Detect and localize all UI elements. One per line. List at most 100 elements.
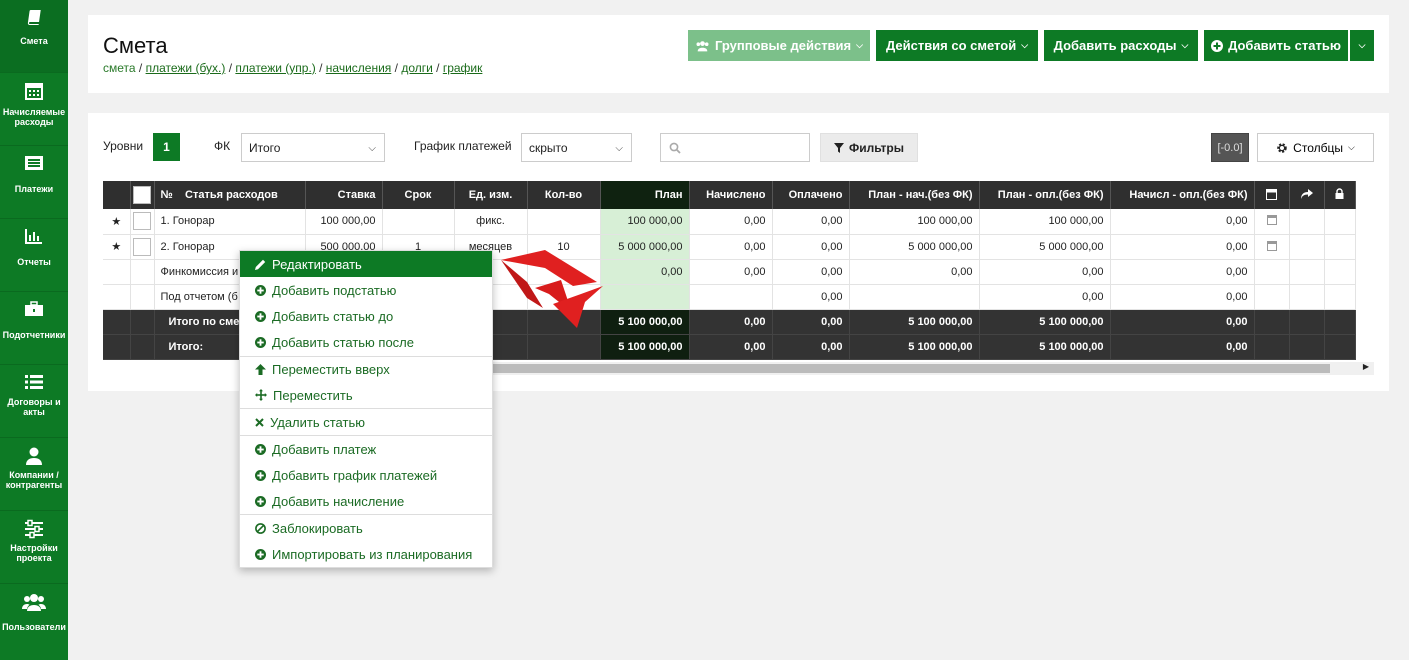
header-paid[interactable]: Оплачено <box>772 181 850 209</box>
filters-button[interactable]: Фильтры <box>820 133 918 162</box>
cell-paid: 0,00 <box>772 309 850 335</box>
add-item-dropdown-toggle[interactable]: ⌵ <box>1350 30 1374 61</box>
header-unit[interactable]: Ед. изм. <box>454 181 528 209</box>
cell-plan: 100 000,00 <box>600 209 690 235</box>
search-icon <box>669 142 681 154</box>
breadcrumb-link-schedule[interactable]: график <box>443 61 483 75</box>
row-checkbox[interactable] <box>130 234 155 260</box>
header-calendar-column[interactable] <box>1254 181 1290 209</box>
menu-item-move[interactable]: Переместить <box>240 382 492 408</box>
menu-item-add-item-after[interactable]: Добавить статью после <box>240 329 492 355</box>
header-qty[interactable]: Кол-во <box>527 181 601 209</box>
row-checkbox[interactable] <box>130 209 155 235</box>
header-plan[interactable]: План <box>600 181 690 209</box>
sidebar-item-companies[interactable]: Компании / контрагенты <box>0 438 68 511</box>
plus-circle-icon <box>255 310 266 322</box>
breadcrumb-link-accruals[interactable]: начисления <box>326 61 392 75</box>
header-plan-accrued[interactable]: План - нач.(без ФК) <box>849 181 980 209</box>
menu-item-add-item-before[interactable]: Добавить статью до <box>240 303 492 329</box>
search-input[interactable] <box>660 133 810 162</box>
button-label: Добавить расходы <box>1053 38 1177 53</box>
schedule-select[interactable]: скрыто ⌵ <box>521 133 632 162</box>
pencil-icon <box>255 259 266 270</box>
button-label: Фильтры <box>848 140 905 155</box>
plus-circle-icon <box>255 469 266 481</box>
menu-item-add-payment-schedule[interactable]: Добавить график платежей <box>240 462 492 488</box>
add-expenses-button[interactable]: Добавить расходы ⌵ <box>1044 30 1198 61</box>
menu-item-add-payment[interactable]: Добавить платеж <box>240 436 492 462</box>
breadcrumb-link-debts[interactable]: долги <box>401 61 433 75</box>
cell-plan-accrued: 100 000,00 <box>849 209 980 235</box>
plus-circle-icon <box>255 495 266 507</box>
sidebar-item-project-settings[interactable]: Настройки проекта <box>0 511 68 584</box>
sidebar-item-label: Компании / контрагенты <box>5 470 63 490</box>
sidebar-item-reports[interactable]: Отчеты <box>0 219 68 292</box>
list-icon <box>25 375 43 389</box>
menu-item-delete[interactable]: Удалить статью <box>240 409 492 435</box>
header-term[interactable]: Срок <box>382 181 455 209</box>
sidebar-item-estimate[interactable]: Смета <box>0 0 68 73</box>
table-row[interactable]: ★ 1. Гонорар 100 000,00 фикс. 100 000,00… <box>103 209 1356 235</box>
fk-select-value: Итого <box>249 140 281 155</box>
cell-paid: 0,00 <box>772 234 850 260</box>
cell-paid: 0,00 <box>772 259 850 285</box>
favorite-star-icon[interactable]: ★ <box>103 234 131 260</box>
scroll-right-arrow-icon[interactable]: ▶ <box>1363 362 1369 371</box>
move-icon <box>255 389 267 401</box>
menu-item-lock[interactable]: Заблокировать <box>240 515 492 541</box>
value-badge[interactable]: [-0.0] <box>1211 133 1249 162</box>
menu-item-import-from-planning[interactable]: Импортировать из планирования <box>240 541 492 567</box>
sidebar-item-label: Пользователи <box>2 622 66 632</box>
sidebar-item-label: Подотчетники <box>2 330 66 340</box>
button-label: Столбцы <box>1293 140 1343 155</box>
header-rate[interactable]: Ставка <box>305 181 383 209</box>
x-icon <box>255 417 264 427</box>
cell-accrued-paid: 0,00 <box>1110 334 1255 360</box>
columns-button[interactable]: Столбцы ⌵ <box>1257 133 1374 162</box>
sidebar-item-label: Платежи <box>14 184 54 194</box>
menu-item-move-up[interactable]: Переместить вверх <box>240 356 492 382</box>
levels-label: Уровни <box>103 139 144 153</box>
header-accrued[interactable]: Начислено <box>689 181 773 209</box>
button-label: Групповые действия <box>715 38 852 53</box>
menu-item-add-accrual[interactable]: Добавить начисление <box>240 488 492 514</box>
sidebar-item-label: Договоры и акты <box>7 397 61 417</box>
header-lock-column[interactable] <box>1324 181 1356 209</box>
group-actions-button[interactable]: Групповые действия ⌵ <box>688 30 870 61</box>
cell-accrued-paid: 0,00 <box>1110 284 1255 310</box>
sidebar-item-payments[interactable]: Платежи <box>0 146 68 219</box>
sidebar-item-label: Настройки проекта <box>10 543 58 563</box>
cell-item: 1. Гонорар <box>154 209 306 235</box>
fk-select[interactable]: Итого ⌵ <box>241 133 385 162</box>
header-plan-paid[interactable]: План - опл.(без ФК) <box>979 181 1111 209</box>
favorite-star-icon[interactable]: ★ <box>103 209 131 235</box>
breadcrumb-link-payments-management[interactable]: платежи (упр.) <box>235 61 315 75</box>
levels-button[interactable]: 1 <box>153 133 180 161</box>
sidebar-item-users[interactable]: Пользователи <box>0 584 68 657</box>
header-share-column[interactable] <box>1289 181 1325 209</box>
cell-accrued: 0,00 <box>689 309 773 335</box>
plus-circle-icon <box>255 443 266 455</box>
sidebar-item-accrued-expenses[interactable]: Начисляемые расходы <box>0 73 68 146</box>
header-item[interactable]: № Статья расходов <box>154 181 306 209</box>
cell-plan-paid: 5 100 000,00 <box>979 334 1111 360</box>
estimate-actions-button[interactable]: Действия со сметой ⌵ <box>876 30 1038 61</box>
header-accrued-paid[interactable]: Начисл - опл.(без ФК) <box>1110 181 1255 209</box>
row-calendar-icon[interactable] <box>1254 209 1290 235</box>
select-all-checkbox[interactable] <box>130 181 155 209</box>
cell-accrued-paid: 0,00 <box>1110 234 1255 260</box>
sidebar-item-contracts[interactable]: Договоры и акты <box>0 365 68 438</box>
cell-plan: 5 100 000,00 <box>600 309 690 335</box>
add-item-button[interactable]: Добавить статью <box>1204 30 1348 61</box>
menu-item-add-subitem[interactable]: Добавить подстатью <box>240 277 492 303</box>
breadcrumb-link-payments-accounting[interactable]: платежи (бух.) <box>146 61 226 75</box>
sidebar-item-label: Начисляемые расходы <box>2 107 66 127</box>
users-icon <box>22 594 46 611</box>
sidebar-item-accountables[interactable]: Подотчетники <box>0 292 68 365</box>
cell-plan: 5 100 000,00 <box>600 334 690 360</box>
menu-item-edit[interactable]: Редактировать <box>240 251 492 277</box>
users-icon <box>696 40 709 51</box>
briefcase-icon <box>25 301 43 316</box>
cell-paid: 0,00 <box>772 209 850 235</box>
row-calendar-icon[interactable] <box>1254 234 1290 260</box>
